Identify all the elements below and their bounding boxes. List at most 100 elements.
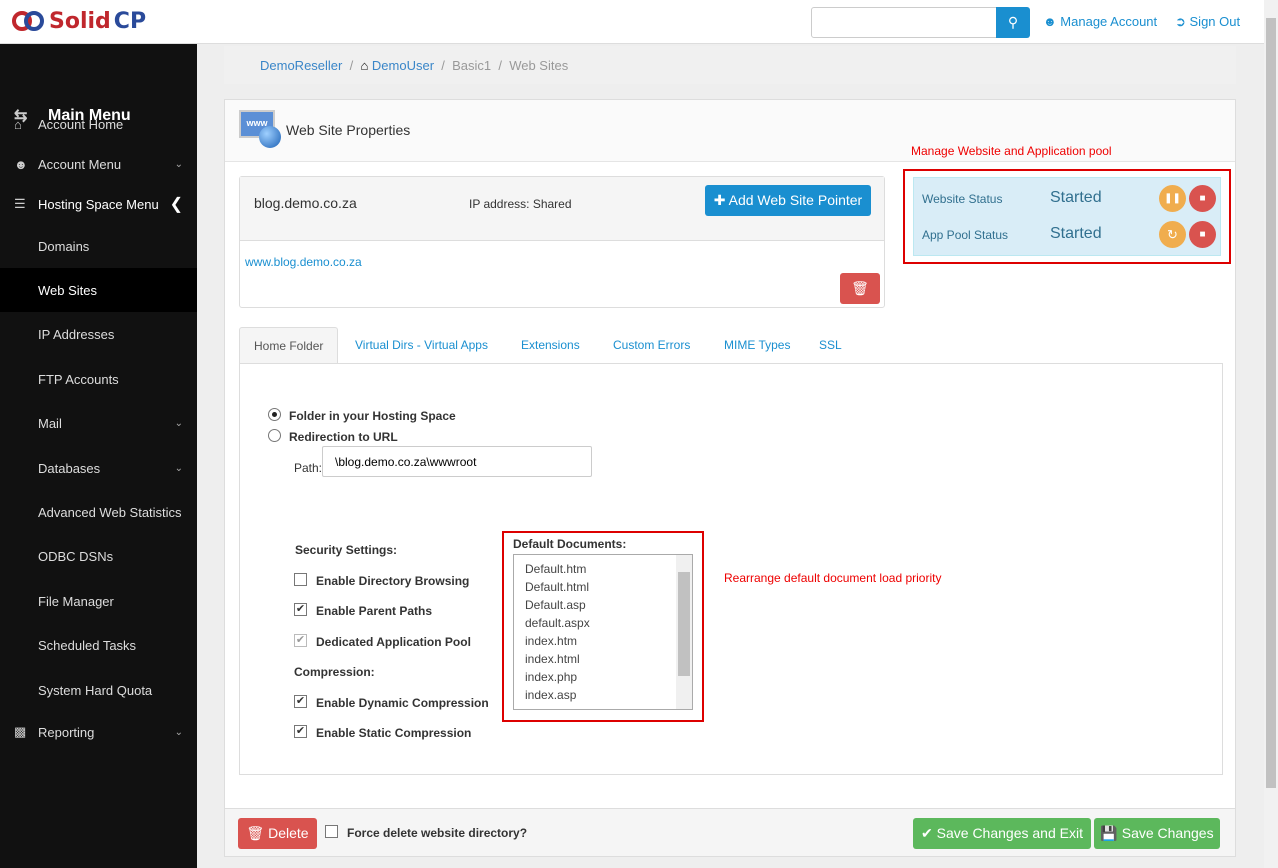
path-input[interactable] [322, 446, 592, 477]
list-item[interactable]: Default.htm [525, 562, 586, 576]
pointer-link[interactable]: www.blog.demo.co.za [245, 255, 362, 269]
sidebar-item-scheduled-tasks[interactable]: Scheduled Tasks [0, 623, 197, 667]
list-item[interactable]: Default.asp [525, 598, 586, 612]
dedicated-pool-checkbox: ✔ [294, 634, 307, 647]
search-button[interactable]: ⚲ [996, 7, 1030, 38]
website-status-value: Started [1050, 189, 1102, 206]
tab-home-folder[interactable]: Home Folder [239, 327, 339, 364]
save-changes-button[interactable]: 💾 Save Changes [1094, 818, 1220, 849]
label: Domains [38, 238, 90, 254]
parent-paths-checkbox[interactable]: ✔ [294, 603, 307, 616]
breadcrumb-basic1: Basic1 [452, 58, 492, 73]
list-item[interactable]: index.htm [525, 634, 577, 648]
default-documents-list[interactable]: Default.htm Default.html Default.asp def… [513, 554, 693, 710]
label: Web Sites [38, 282, 98, 298]
sidebar-item-file-manager[interactable]: File Manager [0, 579, 197, 623]
sidebar-item-web-sites[interactable]: Web Sites [0, 268, 197, 312]
tab-mime-types[interactable]: MIME Types [710, 327, 804, 364]
list-item[interactable]: Default.html [525, 580, 589, 594]
search-input[interactable] [811, 7, 997, 38]
label: File Manager [38, 593, 114, 609]
list-item[interactable]: index.php [525, 670, 577, 684]
stop-website-button[interactable]: ■ [1189, 185, 1216, 212]
redirect-radio[interactable] [268, 429, 281, 442]
delete-pointer-button[interactable]: 🗑 [840, 273, 880, 304]
force-delete-checkbox[interactable] [325, 825, 338, 838]
directory-browsing-label: Enable Directory Browsing [316, 574, 470, 588]
annotation-status: Manage Website and Application pool [911, 144, 1112, 158]
directory-browsing-checkbox[interactable] [294, 573, 307, 586]
delete-button[interactable]: 🗑 Delete [238, 818, 317, 849]
page-scrollbar[interactable] [1264, 0, 1278, 868]
chevron-down-icon: ⌄ [174, 726, 183, 738]
compression-title: Compression: [294, 665, 375, 679]
label: ODBC DSNs [38, 548, 114, 564]
sign-out-icon: ➲ [1175, 14, 1190, 29]
list-item[interactable]: default.aspx [525, 616, 590, 630]
label: Save Changes and Exit [936, 825, 1083, 841]
list-scrollbar[interactable] [676, 555, 692, 709]
page-title: Web Site Properties [286, 122, 411, 138]
sidebar-item-reporting[interactable]: ▩ Reporting ⌄ [0, 710, 197, 754]
tab-extensions[interactable]: Extensions [507, 327, 594, 364]
sidebar-item-databases[interactable]: Databases ⌄ [0, 446, 197, 490]
tab-virtual-dirs[interactable]: Virtual Dirs - Virtual Apps [341, 327, 502, 364]
trash-icon: 🗑 [246, 825, 269, 841]
label: Reporting [38, 724, 95, 740]
scroll-thumb[interactable] [678, 572, 690, 676]
app-pool-status-label: App Pool Status [922, 228, 1009, 242]
annotation-default-docs: Rearrange default document load priority [724, 571, 942, 585]
add-web-site-pointer-button[interactable]: ✚ Add Web Site Pointer [705, 185, 871, 216]
folder-radio[interactable] [268, 408, 281, 421]
chevron-left-icon: ❮ [169, 196, 183, 213]
status-panel: Website Status Started ❚❚ ■ App Pool Sta… [913, 177, 1221, 256]
dynamic-compression-checkbox[interactable]: ✔ [294, 695, 307, 708]
tab-custom-errors[interactable]: Custom Errors [599, 327, 704, 364]
parent-paths-label: Enable Parent Paths [316, 604, 433, 618]
breadcrumb: DemoReseller / ⌂ DemoUser / Basic1 / Web… [224, 46, 1236, 84]
solidcp-logo[interactable]: Solid CP [12, 8, 146, 34]
manage-account-label: Manage Account [1060, 14, 1158, 29]
sidebar-item-mail[interactable]: Mail ⌄ [0, 401, 197, 445]
label: Add Web Site Pointer [728, 192, 863, 208]
tab-ssl[interactable]: SSL [805, 327, 856, 364]
sidebar-item-system-hard-quota[interactable]: System Hard Quota [0, 668, 197, 712]
sidebar-item-advanced-web-statistics[interactable]: Advanced Web Statistics [0, 490, 197, 534]
breadcrumb-demoreseller[interactable]: DemoReseller [260, 58, 342, 73]
refresh-icon: ↻ [1167, 227, 1178, 242]
static-compression-checkbox[interactable]: ✔ [294, 725, 307, 738]
force-delete-label: Force delete website directory? [347, 826, 528, 840]
status-highlight: Website Status Started ❚❚ ■ App Pool Sta… [903, 169, 1231, 264]
label: Databases [38, 460, 101, 476]
www-globe-icon: www [239, 110, 281, 150]
home-icon: ⌂ [14, 116, 22, 132]
site-box: blog.demo.co.za IP address: Shared ✚ Add… [239, 176, 885, 308]
sidebar-item-ftp-accounts[interactable]: FTP Accounts [0, 357, 197, 401]
sidebar-item-account-home[interactable]: ⌂ Account Home [0, 102, 197, 146]
label: Advanced Web Statistics [38, 504, 182, 520]
trash-icon: 🗑 [851, 280, 869, 296]
stop-icon: ■ [1199, 193, 1206, 204]
recycle-app-pool-button[interactable]: ↻ [1159, 221, 1186, 248]
breadcrumb-demouser[interactable]: DemoUser [372, 58, 434, 73]
site-name: blog.demo.co.za [254, 195, 357, 211]
list-item[interactable]: index.asp [525, 688, 576, 702]
save-and-exit-button[interactable]: ✔ Save Changes and Exit [913, 818, 1091, 849]
stop-app-pool-button[interactable]: ■ [1189, 221, 1216, 248]
pause-website-button[interactable]: ❚❚ [1159, 185, 1186, 212]
scroll-thumb[interactable] [1266, 18, 1276, 788]
manage-account-link[interactable]: ☻ Manage Account [1043, 14, 1157, 29]
sidebar-item-account-menu[interactable]: ☻ Account Menu ⌄ [0, 142, 197, 186]
sidebar-item-odbc-dsns[interactable]: ODBC DSNs [0, 534, 197, 578]
chevron-down-icon: ⌄ [174, 417, 183, 429]
app-pool-status-value: Started [1050, 225, 1102, 242]
list-item[interactable]: index.html [525, 652, 580, 666]
user-icon: ☻ [1043, 14, 1061, 29]
security-settings-title: Security Settings: [295, 543, 398, 557]
sidebar-item-ip-addresses[interactable]: IP Addresses [0, 312, 197, 356]
sidebar-item-domains[interactable]: Domains [0, 224, 197, 268]
chevron-down-icon: ⌄ [174, 158, 183, 170]
sign-out-link[interactable]: ➲ Sign Out [1175, 14, 1240, 30]
sidebar-item-hosting-space-menu[interactable]: ☰ Hosting Space Menu ❮ [0, 182, 197, 226]
sign-out-label: Sign Out [1189, 14, 1241, 29]
